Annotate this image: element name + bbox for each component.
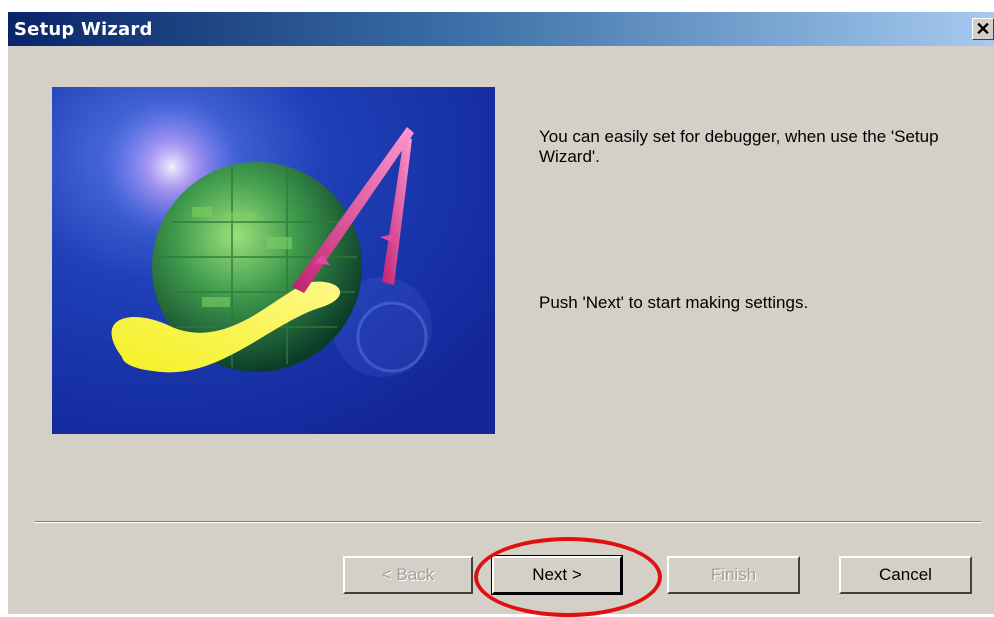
- title-bar: Setup Wizard ✕: [8, 12, 994, 46]
- instruction-text: Push 'Next' to start making settings.: [539, 293, 809, 312]
- close-icon: ✕: [975, 19, 991, 39]
- finish-button[interactable]: Finish: [667, 556, 800, 594]
- button-separator: [35, 521, 981, 523]
- globe-with-probes-image: [52, 87, 495, 434]
- back-button[interactable]: < Back: [343, 556, 473, 594]
- close-button[interactable]: ✕: [972, 18, 994, 40]
- cancel-button[interactable]: Cancel: [839, 556, 972, 594]
- setup-wizard-window: Setup Wizard ✕ You can easily set for de…: [8, 12, 994, 617]
- intro-text: You can easily set for debugger, when us…: [539, 127, 939, 166]
- next-button[interactable]: Next >: [491, 555, 623, 595]
- window-title: Setup Wizard: [14, 19, 153, 40]
- wizard-illustration: [52, 87, 495, 434]
